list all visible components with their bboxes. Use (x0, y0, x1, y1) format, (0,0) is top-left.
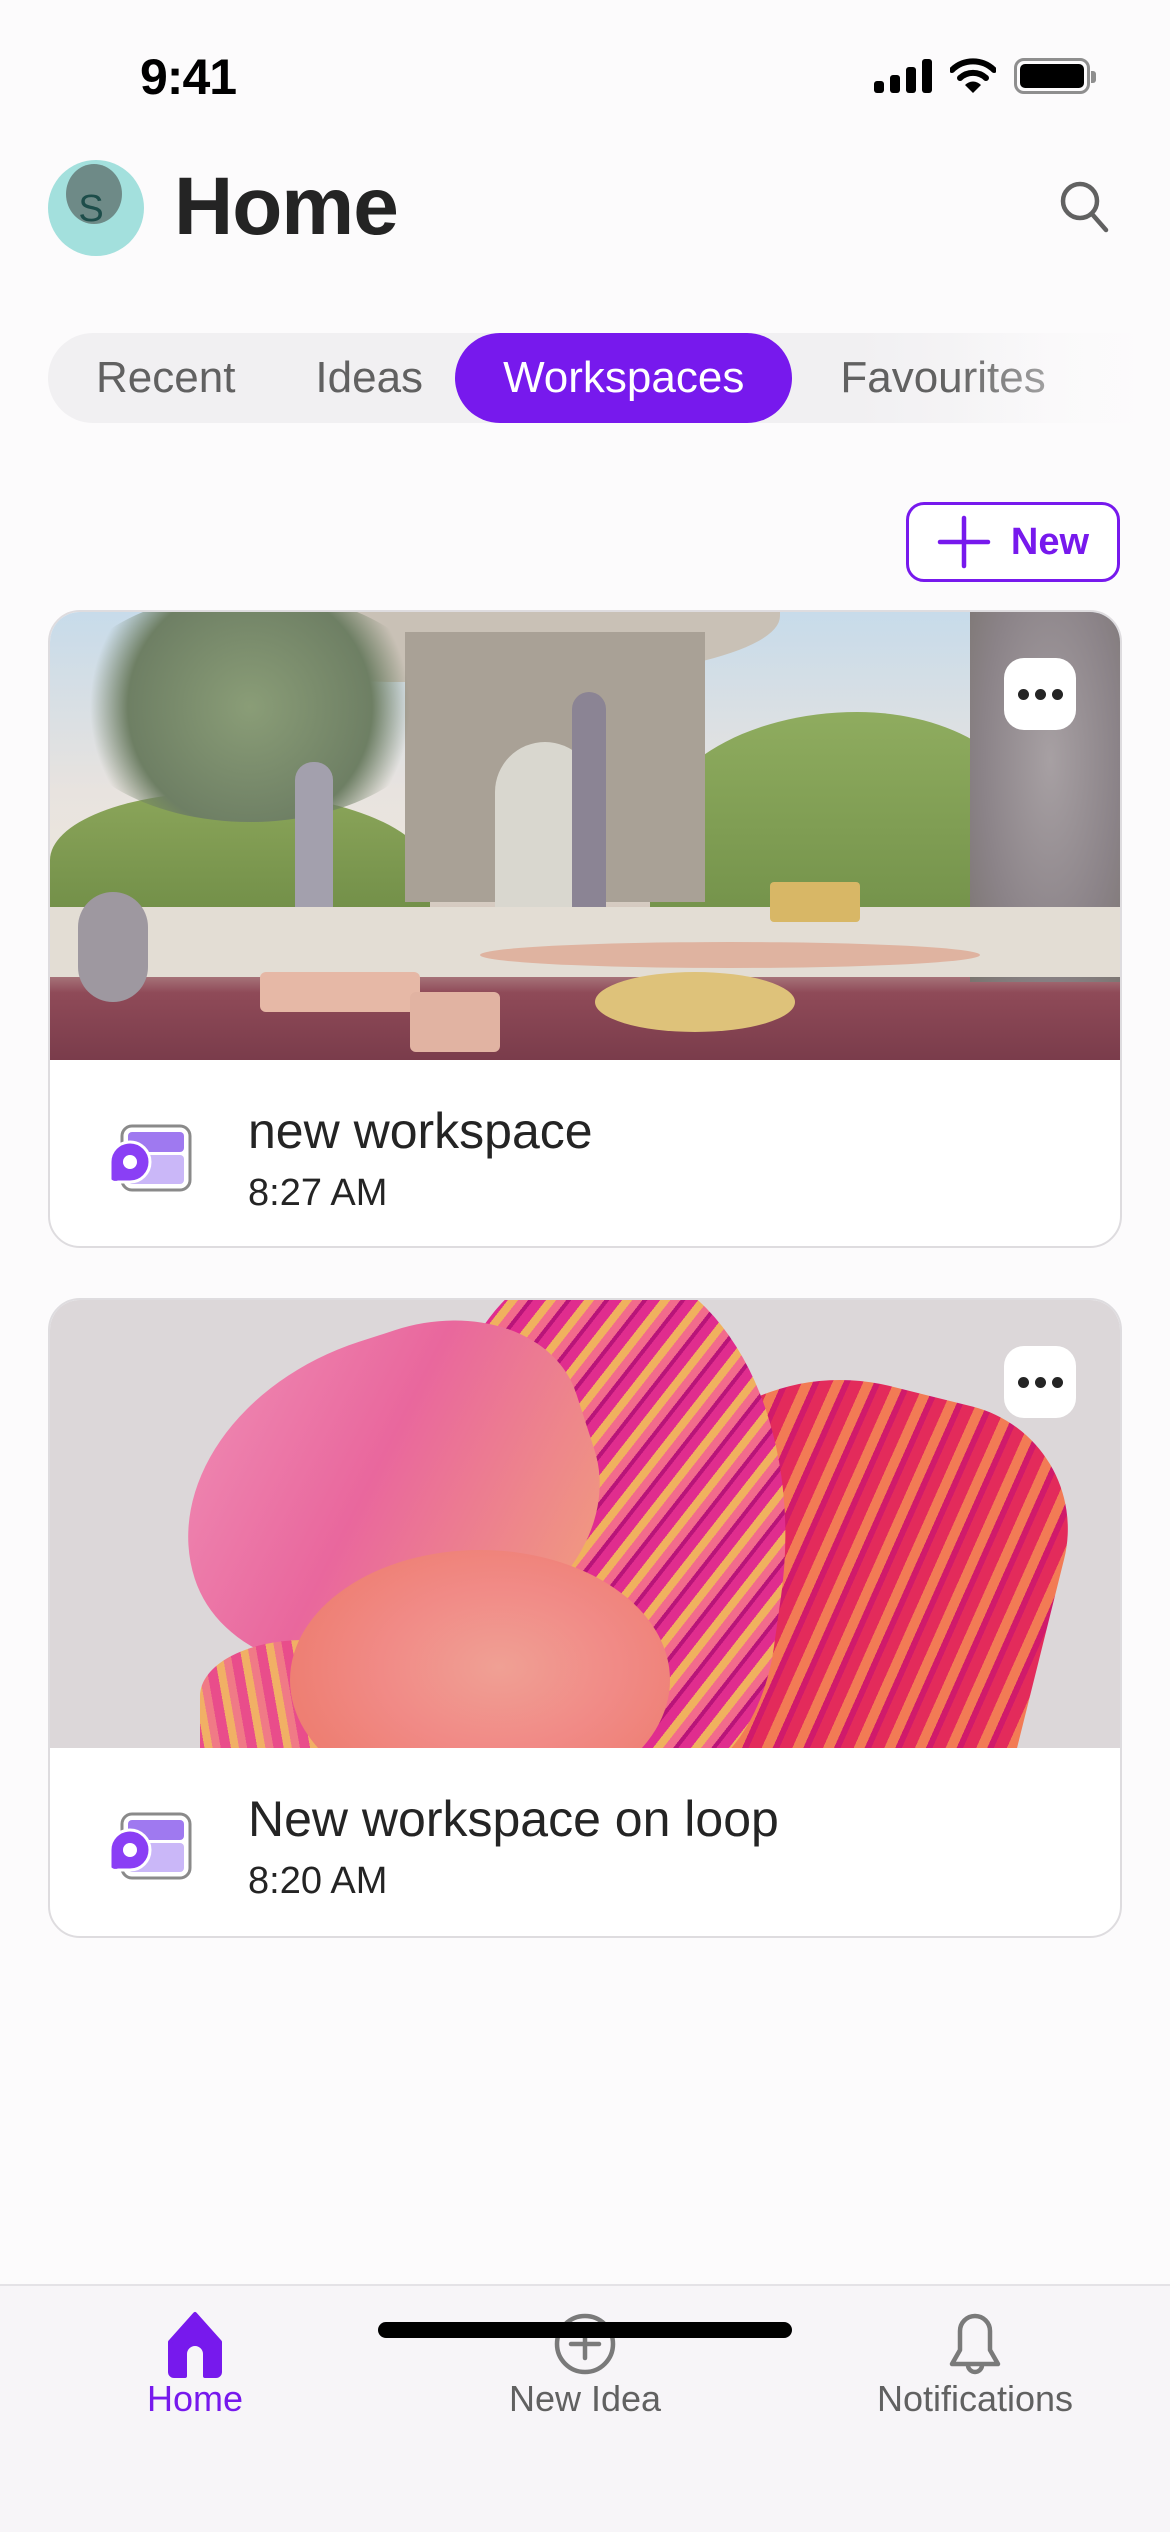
status-bar: 9:41 (0, 0, 1170, 140)
pink-swirl-abstract (50, 1300, 1120, 1748)
wifi-icon (950, 58, 996, 93)
loop-workspace-icon (108, 1124, 192, 1192)
workspace-info: new workspace 8:27 AM (50, 1060, 1120, 1246)
status-time: 9:41 (140, 49, 237, 105)
workspace-card[interactable]: New workspace on loop 8:20 AM (48, 1298, 1122, 1938)
more-options-button[interactable] (1004, 1346, 1076, 1418)
search-icon (1060, 181, 1109, 233)
workspace-cover-image[interactable] (50, 1300, 1120, 1748)
bell-icon (949, 2313, 1001, 2375)
tab-recent[interactable]: Recent (48, 333, 283, 423)
new-button-label: New (1010, 520, 1090, 563)
nav-item-home[interactable]: Home (0, 2286, 390, 2456)
plus-icon (937, 515, 991, 569)
search-button[interactable] (1054, 176, 1114, 236)
nav-item-new-idea[interactable]: New Idea (390, 2286, 780, 2456)
status-icons (874, 58, 1096, 94)
tab-workspaces[interactable]: Workspaces (455, 333, 793, 423)
nav-label: Notifications (876, 2378, 1074, 2419)
garden-patio-scene (50, 612, 1120, 1060)
workspace-info: New workspace on loop 8:20 AM (50, 1748, 1120, 1936)
cellular-signal-icon (874, 59, 932, 93)
new-workspace-button[interactable]: New (906, 502, 1120, 582)
workspace-card[interactable]: new workspace 8:27 AM (48, 610, 1122, 1248)
workspace-time: 8:27 AM (248, 1172, 388, 1214)
more-options-button[interactable] (1004, 658, 1076, 730)
nav-item-notifications[interactable]: Notifications (780, 2286, 1170, 2456)
more-horizontal-icon (1017, 688, 1029, 700)
header: S Home (0, 150, 1170, 270)
tab-bar: Recent Ideas Workspaces Favourites (48, 333, 1170, 423)
workspace-time: 8:20 AM (248, 1860, 388, 1902)
home-icon (168, 2312, 222, 2378)
add-circle-icon (554, 2313, 616, 2375)
battery-icon (1014, 58, 1096, 94)
workspace-cover-image[interactable] (50, 612, 1120, 1060)
more-horizontal-icon (1017, 1376, 1029, 1388)
home-indicator[interactable] (378, 2322, 792, 2338)
workspace-title: New workspace on loop (248, 1791, 779, 1847)
loop-workspace-icon (108, 1812, 192, 1880)
avatar[interactable]: S (48, 160, 144, 256)
avatar-initial: S (78, 188, 104, 230)
nav-label: New Idea (508, 2378, 662, 2419)
tab-favourites[interactable]: Favourites (792, 333, 1093, 423)
page-title: Home (174, 161, 399, 252)
nav-label: Home (146, 2378, 244, 2419)
tab-ideas[interactable]: Ideas (283, 333, 455, 423)
workspace-title: new workspace (248, 1103, 593, 1159)
